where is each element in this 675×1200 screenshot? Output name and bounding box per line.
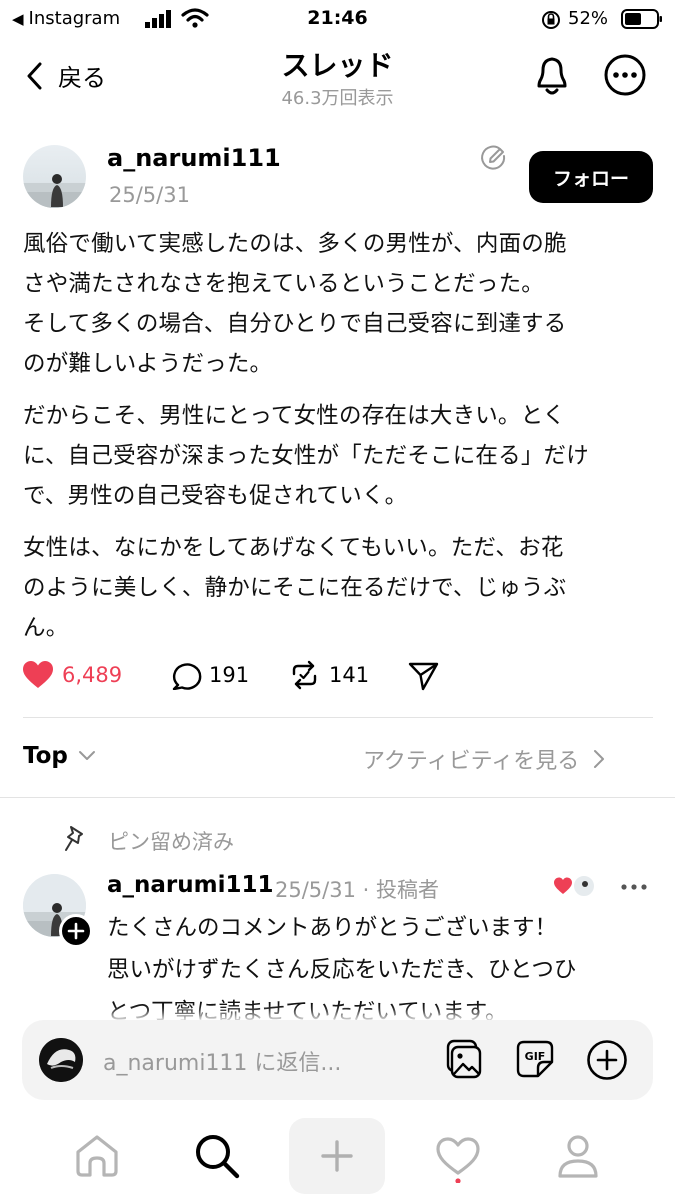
reply-username[interactable]: a_narumi111 xyxy=(107,872,274,898)
my-avatar xyxy=(39,1038,83,1082)
sort-label: Top xyxy=(23,743,68,769)
comment-button[interactable]: 191 xyxy=(171,660,249,690)
post-line: 女性は、なにかをしてあげなくてもいい。ただ、お花 xyxy=(23,535,564,561)
reply-body: たくさんのコメントありがとうございます！ 思いがけずたくさん反応をいただき、ひと… xyxy=(107,907,667,1033)
chevron-down-icon xyxy=(78,750,96,762)
comment-count: 191 xyxy=(209,663,250,687)
battery-percent: 52% xyxy=(568,8,609,29)
post-line: だからこそ、男性にとって女性の存在は大きい。とく xyxy=(23,403,566,429)
post-line: ん。 xyxy=(23,615,69,641)
divider xyxy=(23,717,653,718)
post-line: のように美しく、静かにそこに在るだけで、じゅうぶ xyxy=(23,575,567,601)
image-icon[interactable] xyxy=(444,1039,482,1079)
reply-author-avatar[interactable] xyxy=(23,874,93,948)
reply-meta: 25/5/31 · 投稿者 xyxy=(275,878,439,902)
section-divider xyxy=(0,797,675,798)
reply-more-icon[interactable] xyxy=(621,884,647,890)
post-date: 25/5/31 xyxy=(109,183,190,207)
activity-icon[interactable] xyxy=(435,1135,481,1183)
pin-icon xyxy=(62,824,88,854)
create-post-button[interactable] xyxy=(289,1118,385,1194)
like-button[interactable]: 6,489 xyxy=(22,660,122,690)
follow-button[interactable]: フォロー xyxy=(529,151,653,203)
post-author-avatar[interactable] xyxy=(23,145,86,208)
chevron-right-icon xyxy=(593,749,605,769)
status-bar: ◀ Instagram 21:46 52% xyxy=(0,0,675,40)
reply-input[interactable]: a_narumi111 に返信... xyxy=(103,1045,341,1077)
activity-label: アクティビティを見る xyxy=(363,749,580,774)
post-line: のが難しいようだった。 xyxy=(23,351,273,377)
like-count: 6,489 xyxy=(62,663,123,687)
follow-plus-icon[interactable] xyxy=(59,914,93,948)
repost-count: 141 xyxy=(329,663,370,687)
profile-icon[interactable] xyxy=(556,1133,600,1179)
gif-icon[interactable]: GIF xyxy=(516,1040,554,1078)
repost-icon xyxy=(289,660,320,690)
share-icon[interactable] xyxy=(408,661,440,691)
tab-bar xyxy=(0,1108,675,1200)
search-icon[interactable] xyxy=(193,1132,241,1180)
author-liked-icon xyxy=(554,873,598,899)
post-username[interactable]: a_narumi111 xyxy=(107,144,281,172)
svg-text:GIF: GIF xyxy=(525,1050,546,1063)
more-icon[interactable] xyxy=(603,53,647,97)
sort-dropdown[interactable]: Top xyxy=(23,743,96,769)
post-line: さや満たされなさを抱えているということだった。 xyxy=(23,271,544,297)
view-count: 46.3万回表示 xyxy=(281,88,394,109)
post-line: で、男性の自己受容も促されていく。 xyxy=(23,483,408,509)
plus-icon xyxy=(321,1140,353,1172)
post-paragraph: 風俗で働いて実感したのは、多くの男性が、内面の脆 さや満たされなさを抱えていると… xyxy=(23,224,663,384)
post-paragraph: だからこそ、男性にとって女性の存在は大きい。とく に、自己受容が深まった女性が「… xyxy=(23,396,663,516)
post-line: 風俗で働いて実感したのは、多くの男性が、内面の脆 xyxy=(23,231,567,257)
add-icon[interactable] xyxy=(586,1039,628,1081)
post-line: そして多くの場合、自分ひとりで自己受容に到達する xyxy=(23,311,567,337)
comment-icon xyxy=(171,660,202,690)
battery-icon xyxy=(621,9,663,29)
rotation-lock-icon xyxy=(540,9,562,31)
activity-link[interactable]: アクティビティを見る xyxy=(363,743,605,775)
pinned-label: ピン留め済み xyxy=(108,830,234,854)
repost-button[interactable]: 141 xyxy=(289,660,369,690)
edit-icon[interactable] xyxy=(478,143,508,173)
bell-icon[interactable] xyxy=(531,54,573,98)
home-icon[interactable] xyxy=(74,1133,120,1177)
reply-composer[interactable]: a_narumi111 に返信... GIF xyxy=(22,1020,653,1100)
post-paragraph: 女性は、なにかをしてあげなくてもいい。ただ、お花 のように美しく、静かにそこに在… xyxy=(23,528,663,648)
reply-line: たくさんのコメントありがとうございます！ xyxy=(107,915,558,941)
heart-icon xyxy=(22,660,54,690)
post-line: に、自己受容が深まった女性が「ただそこに在る」だけ xyxy=(23,443,589,469)
reply-line: 思いがけずたくさん反応をいただき、ひとつひ xyxy=(107,957,577,983)
page-title: スレッド xyxy=(281,49,394,82)
